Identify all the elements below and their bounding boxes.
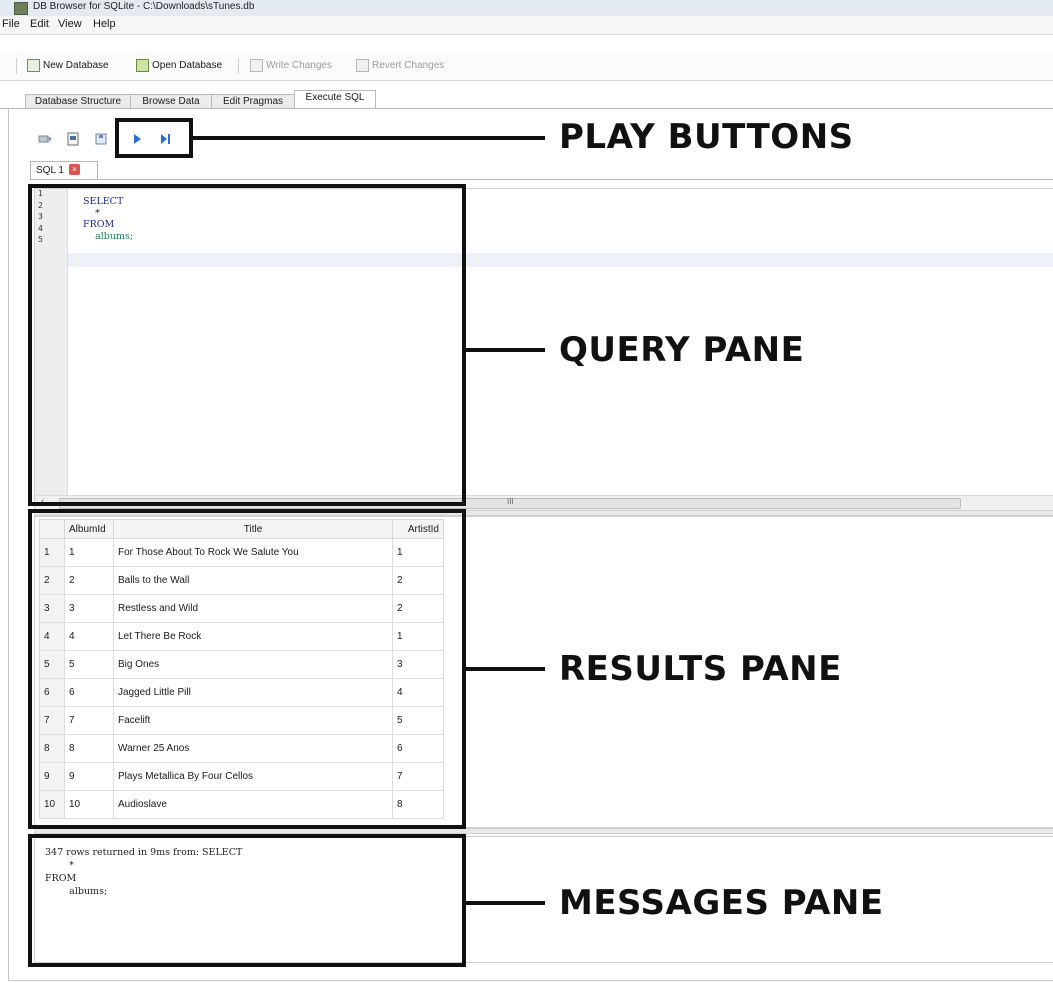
results-pane-leader-line — [466, 667, 545, 671]
sql-editor-tab[interactable]: SQL 1 × — [30, 161, 98, 180]
query-pane-callout: QUERY PANE — [559, 330, 805, 370]
menu-edit[interactable]: Edit — [30, 18, 49, 30]
window-titlebar: DB Browser for SQLite - C:\Downloads\sTu… — [0, 0, 1053, 17]
new-database-button[interactable]: New Database — [27, 59, 109, 72]
revert-changes-button[interactable]: Revert Changes — [356, 59, 444, 72]
play-buttons-highlight — [115, 118, 193, 158]
toolbar-separator — [238, 58, 239, 74]
write-changes-icon — [250, 59, 263, 72]
revert-changes-label: Revert Changes — [372, 60, 445, 71]
scrollbar-grip: III — [507, 497, 514, 506]
messages-pane-leader-line — [466, 901, 545, 905]
open-database-button[interactable]: Open Database — [136, 59, 222, 72]
query-pane-leader-line — [466, 348, 545, 352]
messages-pane-callout: MESSAGES PANE — [559, 883, 884, 923]
close-tab-icon[interactable]: × — [69, 164, 80, 175]
write-changes-label: Write Changes — [266, 60, 332, 71]
open-database-icon — [136, 59, 149, 72]
query-pane-highlight — [28, 184, 466, 506]
tab-execute-sql[interactable]: Execute SQL — [294, 90, 376, 109]
messages-pane-highlight — [28, 834, 466, 967]
tab-browse-data[interactable]: Browse Data — [130, 94, 212, 109]
play-buttons-leader-line — [193, 136, 545, 140]
window-title: DB Browser for SQLite - C:\Downloads\sTu… — [33, 1, 255, 12]
tab-edit-pragmas[interactable]: Edit Pragmas — [211, 94, 295, 109]
new-database-icon — [27, 59, 40, 72]
write-changes-button[interactable]: Write Changes — [250, 59, 332, 72]
results-pane-callout: RESULTS PANE — [559, 649, 842, 689]
menu-help[interactable]: Help — [93, 18, 116, 30]
sql-tab-label: SQL 1 — [36, 165, 64, 176]
toolbar-separator — [16, 58, 17, 74]
tab-database-structure[interactable]: Database Structure — [25, 94, 131, 109]
sql-tab-divider — [30, 179, 1053, 180]
revert-changes-icon — [356, 59, 369, 72]
save-sql-file-icon[interactable] — [94, 132, 108, 146]
menu-bar: File Edit View Help — [0, 16, 1053, 35]
open-sql-file-icon[interactable] — [66, 132, 80, 146]
menu-view[interactable]: View — [58, 18, 82, 30]
play-buttons-callout: PLAY BUTTONS — [559, 117, 854, 157]
menu-file[interactable]: File — [2, 18, 20, 30]
main-toolbar: New Database Open Database Write Changes… — [0, 52, 1053, 81]
new-database-label: New Database — [43, 60, 109, 71]
main-tab-bar: Database Structure Browse Data Edit Prag… — [0, 90, 1053, 109]
open-tab-icon[interactable] — [38, 132, 52, 146]
open-database-label: Open Database — [152, 60, 223, 71]
results-pane-highlight — [28, 509, 466, 829]
app-icon — [14, 2, 28, 15]
